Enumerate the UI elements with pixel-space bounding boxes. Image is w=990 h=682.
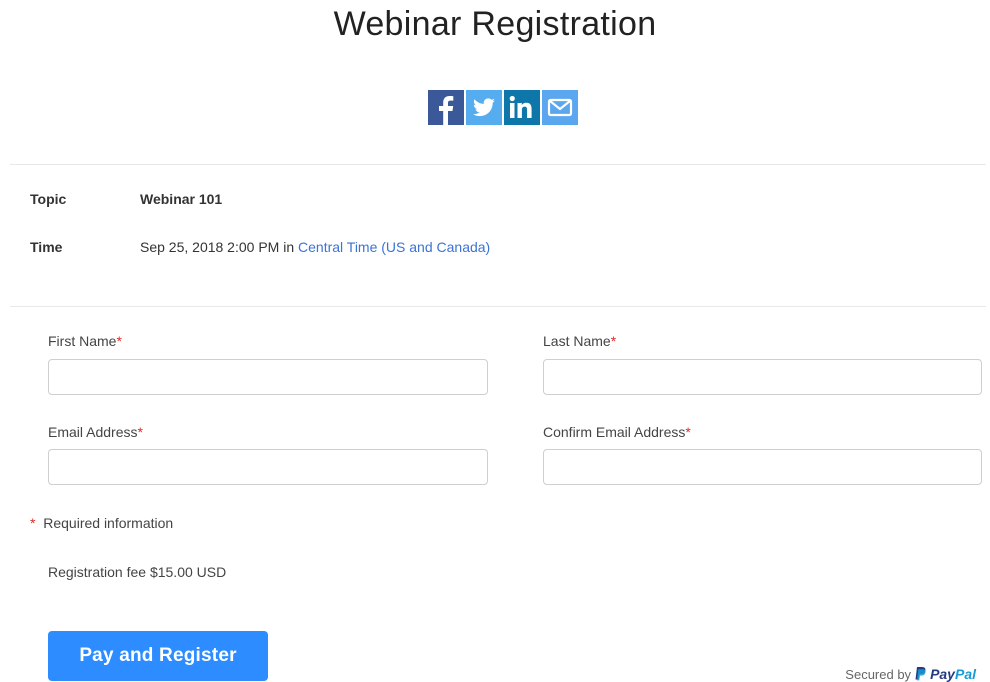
required-marker: * [610, 333, 617, 349]
email-share-button[interactable] [542, 90, 578, 125]
facebook-share-button[interactable] [428, 90, 464, 125]
first-name-label: First Name* [48, 333, 122, 349]
time-value-row: Sep 25, 2018 2:00 PM in Central Time (US… [140, 239, 490, 255]
email-icon [542, 90, 578, 125]
paypal-pay-text: Pay [930, 666, 955, 682]
time-in-text: in [283, 239, 295, 255]
email-label-text: Email Address [48, 424, 138, 440]
first-name-input[interactable] [48, 359, 488, 395]
required-marker: * [685, 424, 691, 440]
paypal-pal-text: Pal [954, 666, 976, 682]
paypal-icon [915, 667, 926, 681]
secured-by-paypal: Secured by PayPal [845, 666, 976, 682]
email-input[interactable] [48, 449, 488, 485]
divider [10, 306, 986, 307]
confirm-email-label: Confirm Email Address* [543, 424, 691, 440]
required-marker: * [116, 333, 122, 349]
required-marker: * [30, 515, 36, 531]
required-marker: * [137, 424, 143, 440]
required-info-text: Required information [43, 515, 174, 531]
pay-and-register-button[interactable]: Pay and Register [48, 631, 268, 681]
time-value: Sep 25, 2018 2:00 PM [140, 239, 280, 255]
topic-label: Topic [30, 191, 67, 207]
confirm-email-input[interactable] [543, 449, 982, 485]
last-name-input[interactable] [543, 359, 982, 395]
facebook-icon [428, 90, 464, 125]
linkedin-icon [504, 90, 540, 125]
paypal-logo: PayPal [930, 666, 976, 682]
secured-by-text: Secured by [845, 666, 912, 682]
divider [10, 164, 986, 165]
registration-fee: Registration fee $15.00 USD [48, 564, 227, 580]
page-title: Webinar Registration [333, 5, 657, 43]
share-bar [428, 90, 578, 125]
email-label: Email Address* [48, 424, 143, 440]
required-info-note: * Required information [30, 515, 173, 531]
timezone-link[interactable]: Central Time (US and Canada) [298, 239, 490, 255]
twitter-icon [466, 90, 502, 125]
topic-value: Webinar 101 [140, 191, 223, 207]
twitter-share-button[interactable] [466, 90, 502, 125]
last-name-label: Last Name* [543, 333, 616, 349]
first-name-label-text: First Name [48, 333, 117, 349]
time-label: Time [30, 239, 63, 255]
linkedin-share-button[interactable] [504, 90, 540, 125]
last-name-label-text: Last Name [543, 333, 611, 349]
confirm-email-label-text: Confirm Email Address [543, 424, 686, 440]
